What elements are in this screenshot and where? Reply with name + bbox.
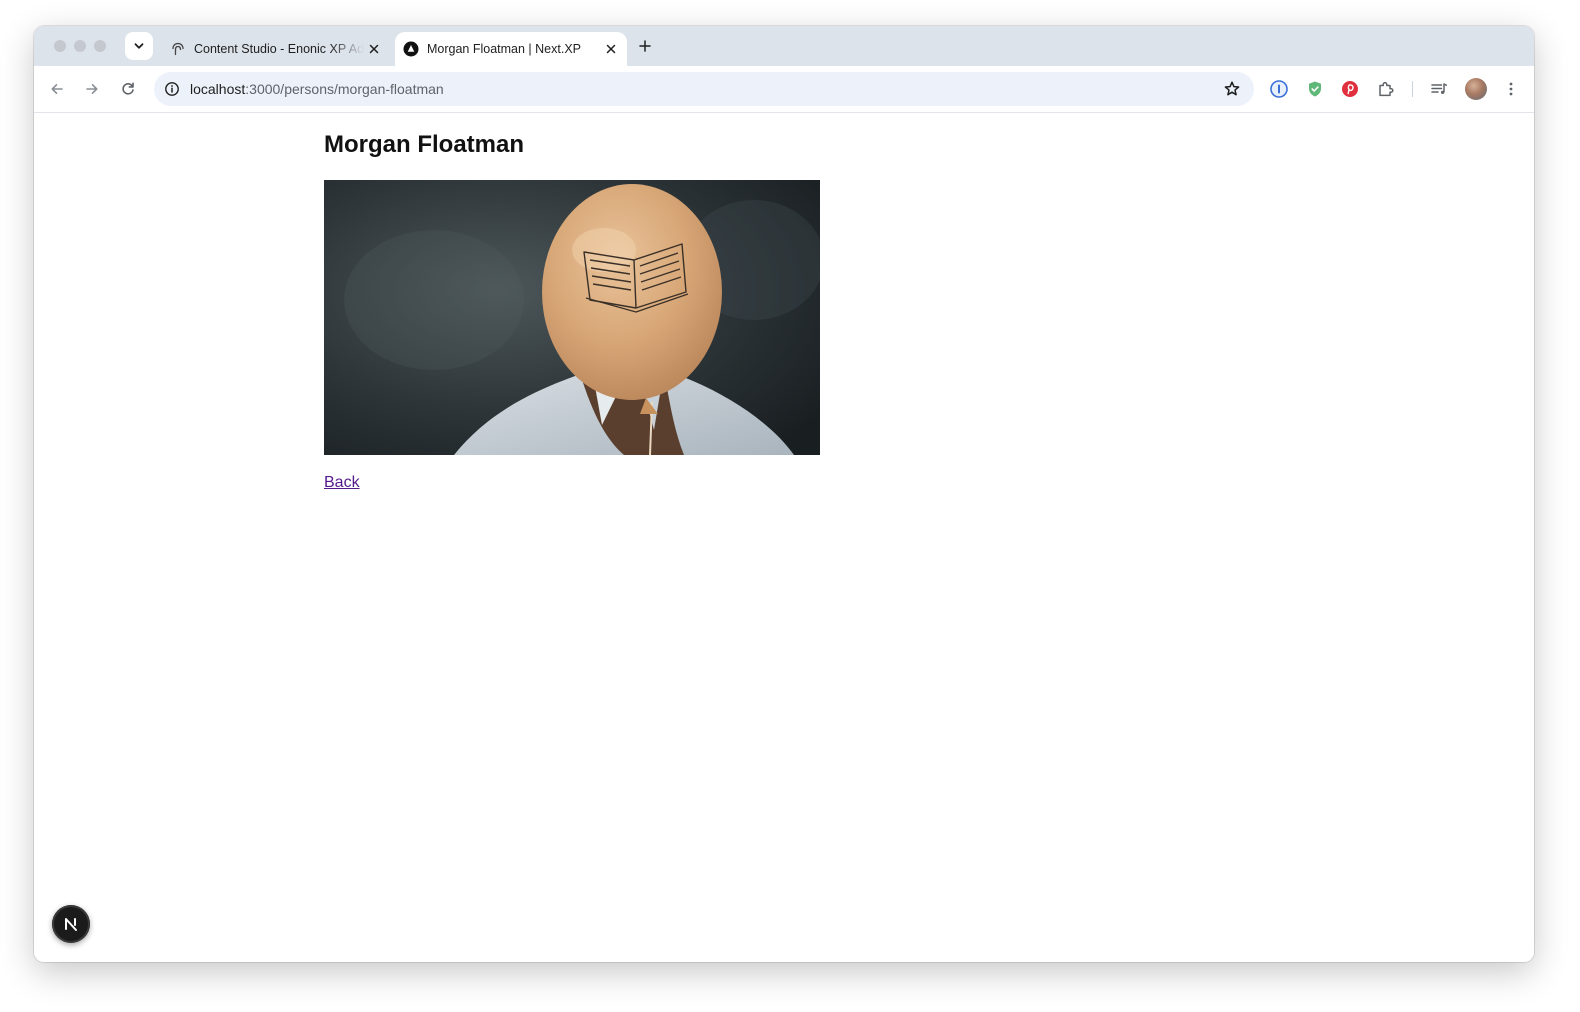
tab-title: Content Studio - Enonic XP Admin: [194, 42, 364, 56]
new-tab-button[interactable]: [634, 35, 656, 57]
url-host: localhost: [190, 81, 246, 97]
onepassword-icon[interactable]: [1268, 78, 1290, 100]
tab-search-button[interactable]: [125, 32, 153, 60]
arrow-right-icon: [86, 84, 98, 94]
nextjs-dev-indicator[interactable]: [52, 905, 90, 943]
window-close-dot[interactable]: [54, 40, 66, 52]
page-title: Morgan Floatman: [324, 131, 525, 158]
tab-strip: Content Studio - Enonic XP Admin Morgan …: [34, 26, 1534, 66]
reload-button[interactable]: [116, 77, 140, 101]
browser-window: Content Studio - Enonic XP Admin Morgan …: [34, 26, 1534, 962]
bookmark-star-icon[interactable]: [1222, 79, 1242, 99]
chevron-down-icon: [134, 43, 144, 49]
url-path: :3000/persons/morgan-floatman: [245, 81, 444, 97]
info-icon[interactable]: [162, 79, 182, 99]
address-bar[interactable]: localhost:3000/persons/morgan-floatman: [154, 72, 1254, 106]
shield-check-icon[interactable]: [1304, 78, 1326, 100]
arrow-left-icon: [51, 84, 63, 94]
window-zoom-dot[interactable]: [94, 40, 106, 52]
nextjs-triangle-icon: [403, 41, 419, 57]
reading-list-icon[interactable]: [1428, 78, 1450, 100]
pinterest-icon[interactable]: [1339, 78, 1361, 100]
puzzle-extensions-icon[interactable]: [1375, 78, 1397, 100]
url-text: localhost:3000/persons/morgan-floatman: [190, 81, 444, 97]
page-viewport: Morgan Floatman Back: [34, 113, 1534, 962]
back-button[interactable]: [45, 77, 69, 101]
enonic-icon: [170, 41, 186, 57]
person-photo: [324, 180, 820, 455]
browser-toolbar: localhost:3000/persons/morgan-floatman: [34, 66, 1534, 113]
tab-title: Morgan Floatman | Next.XP: [427, 42, 582, 56]
toolbar-divider: [1412, 81, 1413, 97]
window-minimize-dot[interactable]: [74, 40, 86, 52]
more-vertical-icon[interactable]: [1500, 78, 1522, 100]
back-link[interactable]: Back: [324, 474, 360, 492]
close-icon[interactable]: [601, 39, 621, 59]
reload-icon: [122, 82, 134, 95]
close-icon[interactable]: [364, 39, 384, 59]
profile-avatar[interactable]: [1465, 78, 1487, 100]
forward-button[interactable]: [80, 77, 104, 101]
tab-morgan-floatman[interactable]: Morgan Floatman | Next.XP: [395, 32, 627, 66]
tab-content-studio[interactable]: Content Studio - Enonic XP Admin: [162, 32, 390, 66]
photo-illustration: [324, 180, 820, 455]
plus-icon: [639, 40, 651, 52]
nextjs-n-icon: [65, 918, 77, 931]
